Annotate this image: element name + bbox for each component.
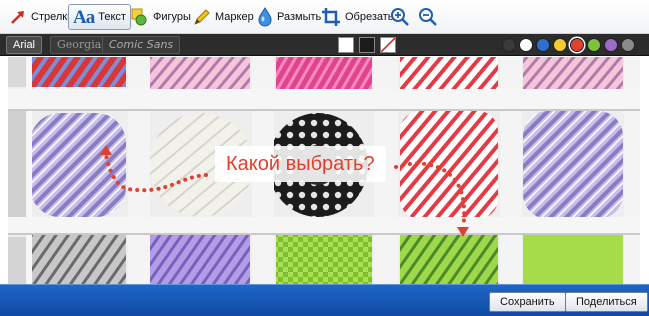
annotation-text: Какой выбрать? (226, 152, 375, 175)
zoom-in-button[interactable] (385, 4, 415, 30)
color-swatch-purple[interactable] (604, 38, 618, 52)
text-format-bar: Arial Georgia Comic Sans (0, 34, 649, 56)
blur-drop-icon (258, 7, 272, 27)
color-swatch-yellow[interactable] (553, 38, 567, 52)
tool-arrows-label: Стрелки (31, 11, 74, 23)
shapes-icon (131, 8, 147, 26)
font-georgia-button[interactable]: Georgia (50, 36, 109, 54)
tool-text[interactable]: Aa Текст (68, 4, 131, 30)
no-background-slash-icon (380, 37, 396, 53)
annotation-text-label[interactable]: Какой выбрать? (215, 146, 386, 182)
zoom-in-icon (391, 8, 409, 26)
tool-marker-label: Маркер (215, 11, 254, 23)
image-canvas[interactable]: Какой выбрать? (8, 57, 640, 284)
zoom-out-icon (419, 8, 437, 26)
arrow-icon (11, 11, 24, 24)
color-swatch-blue[interactable] (536, 38, 550, 52)
text-background-none-button[interactable] (380, 37, 396, 53)
main-toolbar: Стрелки Aa Текст Фигуры Маркер Размыть О… (0, 0, 649, 34)
text-aa-icon: Aa (73, 6, 95, 28)
zoom-out-button[interactable] (413, 4, 443, 30)
color-swatch-white[interactable] (519, 38, 533, 52)
bottom-action-bar: Сохранить Поделиться (0, 284, 649, 316)
share-button[interactable]: Поделиться (565, 292, 648, 312)
color-swatch-black[interactable] (502, 38, 516, 52)
marker-pen-icon (194, 9, 210, 25)
color-swatch-green[interactable] (587, 38, 601, 52)
crop-icon (322, 8, 340, 26)
tool-blur-label: Размыть (277, 11, 322, 23)
text-background-white-button[interactable] (338, 37, 354, 53)
font-comic-sans-button[interactable]: Comic Sans (102, 36, 181, 54)
tool-marker[interactable]: Маркер (186, 4, 259, 30)
color-swatch-gray[interactable] (621, 38, 635, 52)
color-swatch-red[interactable] (570, 38, 584, 52)
text-background-dark-button[interactable] (359, 37, 375, 53)
tool-text-label: Текст (98, 11, 126, 23)
font-arial-button[interactable]: Arial (6, 36, 43, 54)
save-button[interactable]: Сохранить (489, 292, 566, 312)
